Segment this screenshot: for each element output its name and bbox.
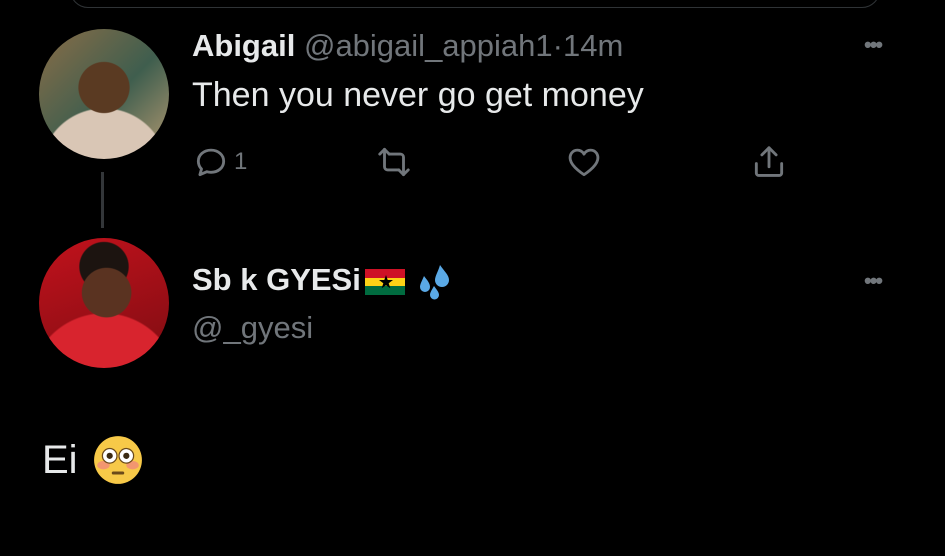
tweet-text: Ei: [42, 437, 78, 482]
timestamp[interactable]: 14m: [563, 28, 623, 63]
share-icon: [754, 146, 784, 177]
handle[interactable]: @abigail_appiah1: [304, 28, 553, 63]
separator: ·: [552, 28, 563, 63]
reply-button[interactable]: 1: [192, 143, 247, 181]
ghana-flag-icon: [364, 269, 405, 295]
sweat-droplets-icon: [419, 265, 449, 300]
avatar[interactable]: [39, 29, 169, 159]
retweet-icon: [378, 147, 410, 177]
display-name[interactable]: Sb k GYESi: [192, 262, 361, 297]
share-button[interactable]: [750, 143, 788, 181]
like-button[interactable]: [565, 143, 603, 181]
tweet-body: Ei: [42, 434, 144, 486]
display-name[interactable]: Abigail: [192, 28, 295, 63]
reply-count: 1: [234, 148, 248, 175]
handle[interactable]: @_gyesi: [192, 310, 313, 346]
more-icon[interactable]: •••: [864, 268, 883, 294]
like-icon: [568, 148, 600, 177]
tweet-text: Then you never go get money: [192, 76, 644, 114]
flushed-face-icon: [93, 436, 142, 484]
thread-connector: [101, 172, 104, 228]
tweet-header: Abigail @abigail_appiah1·14m: [192, 28, 623, 64]
more-icon[interactable]: •••: [864, 32, 883, 58]
reply-icon: [196, 148, 226, 177]
tweet-actions: 1: [192, 143, 812, 183]
previous-tweet-card[interactable]: [70, 0, 880, 8]
avatar[interactable]: [39, 238, 169, 368]
retweet-button[interactable]: [375, 143, 413, 181]
tweet-header: Sb k GYESi: [192, 262, 455, 302]
